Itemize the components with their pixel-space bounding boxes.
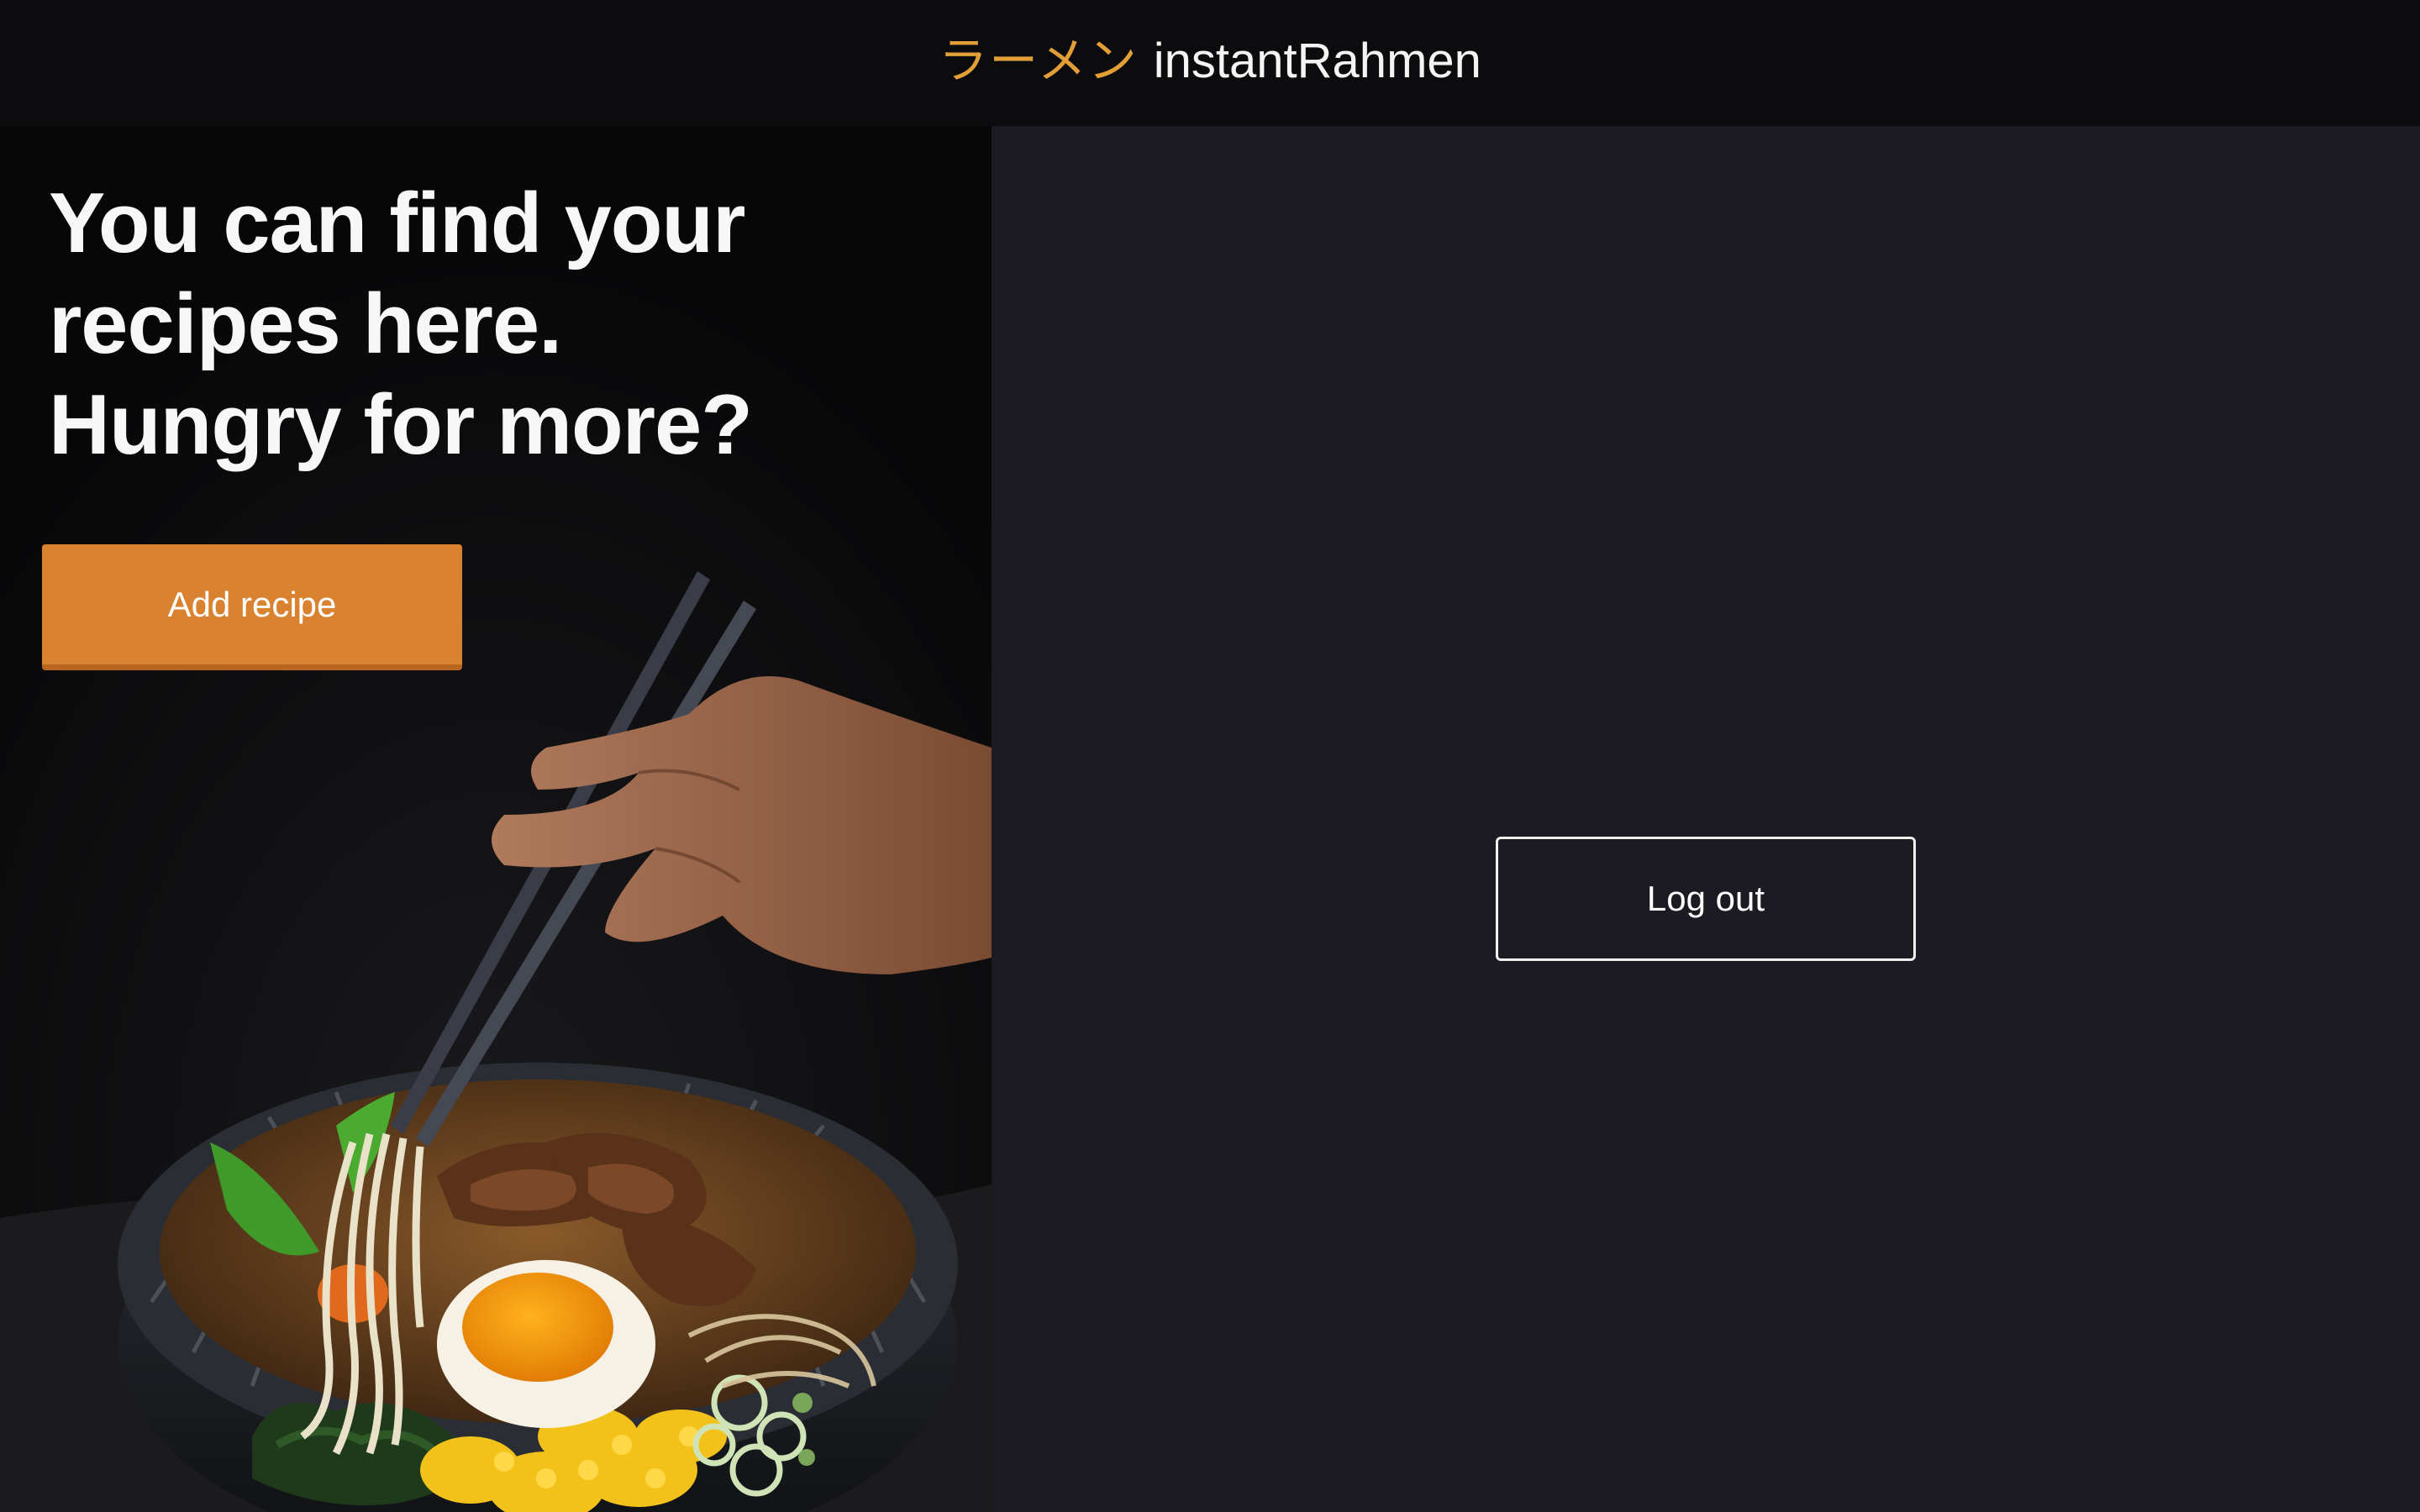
brand-name: instantRahmen xyxy=(1153,33,1481,88)
account-panel: Log out xyxy=(992,126,2420,1512)
headline-line-1: You can find your xyxy=(49,176,745,270)
headline-line-3: Hungry for more? xyxy=(49,378,753,472)
headline-line-2: recipes here. xyxy=(49,277,562,371)
logout-button[interactable]: Log out xyxy=(1496,837,1916,961)
hero-headline: You can find your recipes here. Hungry f… xyxy=(49,173,753,475)
hero-panel: You can find your recipes here. Hungry f… xyxy=(0,126,992,1512)
brand-logo[interactable]: ラーメン instantRahmen xyxy=(939,36,1481,86)
top-navbar: ラーメン instantRahmen xyxy=(0,0,2420,126)
add-recipe-button[interactable]: Add recipe xyxy=(42,544,462,670)
brand-japanese-text: ラーメン xyxy=(939,31,1139,89)
